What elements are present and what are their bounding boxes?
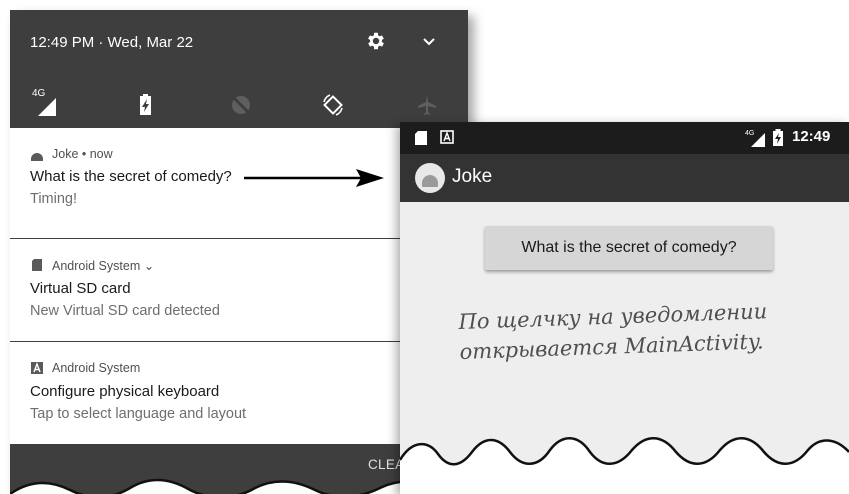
app-toolbar: Joke	[400, 154, 849, 202]
auto-rotate-icon[interactable]	[320, 92, 346, 118]
notification-app-row: Android System	[30, 360, 140, 376]
torn-edge-decoration	[400, 437, 849, 494]
app-title: Joke	[452, 166, 493, 187]
gear-icon[interactable]	[365, 30, 387, 52]
signal-icon: 4G	[745, 130, 765, 147]
battery-icon	[773, 129, 783, 146]
notification-text: Tap to select language and layout	[30, 406, 247, 422]
app-status-time: 12:49	[792, 128, 831, 145]
signal-icon[interactable]	[32, 92, 58, 118]
pointer-arrow	[244, 169, 384, 187]
battery-icon[interactable]	[132, 92, 158, 118]
shade-date-time: 12:49 PM · Wed, Mar 22	[30, 34, 194, 51]
sd-card-icon	[415, 131, 427, 145]
keyboard-a-icon	[440, 130, 454, 144]
notification-text: New Virtual SD card detected	[30, 303, 220, 319]
notification-title: Configure physical keyboard	[30, 383, 220, 400]
airplane-mode-icon[interactable]	[414, 92, 440, 118]
keyboard-a-icon	[31, 362, 43, 374]
notification-title: What is the secret of comedy?	[30, 168, 232, 185]
notification-title: Virtual SD card	[30, 280, 131, 297]
app-launcher-icon	[415, 163, 445, 193]
handwritten-annotation: По щелчку на уведомлении открывается Mai…	[458, 294, 840, 367]
notification-app-name: Joke • now	[52, 147, 113, 161]
secret-of-comedy-button[interactable]: What is the secret of comedy?	[485, 226, 773, 270]
notification-text: Timing!	[30, 191, 77, 207]
joke-app-window: 4G 12:49 Joke What is the secret of come…	[400, 122, 849, 494]
chevron-down-icon[interactable]	[421, 34, 437, 50]
svg-text:4G: 4G	[745, 130, 754, 137]
android-head-icon	[31, 153, 43, 161]
notification-app-row: Joke • now	[30, 146, 113, 162]
shade-status-row: 12:49 PM · Wed, Mar 22	[10, 10, 468, 72]
notification-app-name: Android System	[52, 361, 141, 375]
notification-app-name: Android System ⌄	[52, 258, 155, 273]
app-status-bar: 4G 12:49	[400, 122, 849, 154]
sd-card-icon	[32, 259, 42, 271]
notification-app-row: Android System ⌄	[30, 257, 154, 273]
do-not-disturb-off-icon[interactable]	[228, 92, 254, 118]
